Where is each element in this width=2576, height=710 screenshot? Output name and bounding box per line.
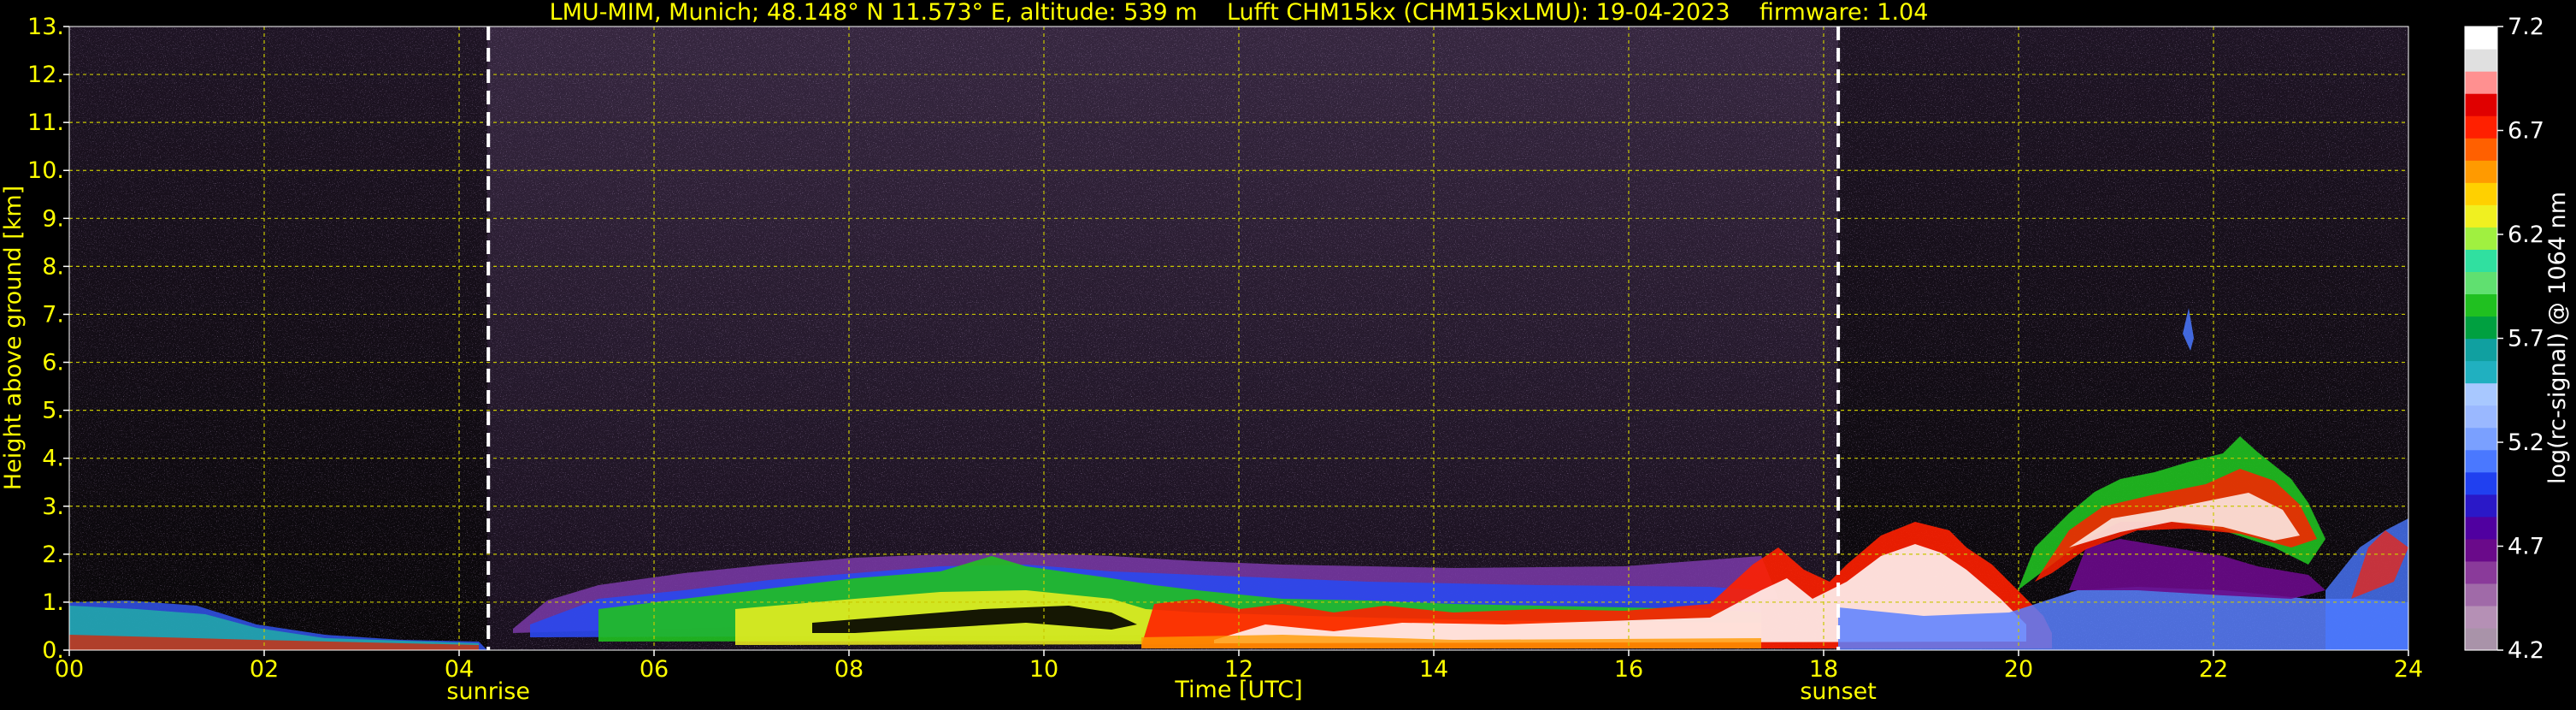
colorbar-swatch [2465,449,2497,473]
colorbar-swatch [2465,271,2497,295]
colorbar-swatch [2465,560,2497,584]
colorbar-tick-label: 5.7 [2508,326,2544,352]
colorbar-tick-label: 4.2 [2508,637,2544,664]
colorbar-tick-label: 7.2 [2508,14,2544,40]
colorbar-swatch [2465,605,2497,629]
colorbar-swatch [2465,316,2497,340]
colorbar-swatch [2465,160,2497,183]
x-tick-label: 14 [1419,656,1448,683]
sunrise-label: sunrise [446,678,530,705]
colorbar-tick-label: 6.2 [2508,222,2544,248]
x-tick-label: 24 [2394,656,2423,683]
x-tick-label: 22 [2199,656,2228,683]
y-tick-label: 7. [42,301,64,328]
colorbar-swatch [2465,583,2497,606]
colorbar-swatch [2465,382,2497,406]
y-tick-label: 1. [42,589,64,616]
colorbar-swatch [2465,115,2497,139]
x-tick-label: 02 [250,656,279,683]
colorbar-swatch [2465,138,2497,161]
colorbar-swatch [2465,93,2497,116]
colorbar-swatch [2465,249,2497,272]
y-tick-label: 10. [27,157,64,184]
colorbar-swatch [2465,538,2497,562]
y-tick-label: 6. [42,350,64,376]
colorbar-swatch [2465,627,2497,651]
y-tick-label: 8. [42,253,64,280]
x-tick-label: 08 [834,656,864,683]
x-tick-label: 10 [1029,656,1058,683]
y-tick-label: 0. [42,637,64,664]
colorbar-tick-label: 5.2 [2508,429,2544,456]
sky-noise-texture-2 [479,27,1847,454]
colorbar-swatch [2465,71,2497,94]
y-tick-label: 4. [42,446,64,472]
y-tick-label: 11. [27,109,64,136]
colorbar-swatch [2465,338,2497,362]
x-tick-label: 20 [2004,656,2033,683]
y-tick-label: 12. [27,62,64,88]
y-axis-ticks: 0. 1. 2. 3. 4. 5. 6. 7. 8. 9. 10. 11. 12. 13. [27,14,69,664]
colorbar-swatch [2465,182,2497,205]
colorbar-swatch [2465,360,2497,384]
x-axis-label: Time [UTC] [1174,677,1302,703]
colorbar-swatch [2465,49,2497,72]
x-tick-label: 06 [640,656,669,683]
y-tick-label: 2. [42,541,64,568]
colorbar-label: log(rc-signal) @ 1064 nm [2544,192,2571,484]
y-tick-label: 5. [42,398,64,424]
x-tick-label: 16 [1614,656,1643,683]
colorbar-swatch [2465,427,2497,451]
sunset-label: sunset [1800,678,1877,705]
y-tick-label: 13. [27,14,64,40]
colorbar-swatch [2465,204,2497,228]
plot-area [68,26,2409,651]
colorbar-swatch [2465,471,2497,495]
colorbar-swatch [2465,27,2497,50]
chart-title: LMU-MIM, Munich; 48.148° N 11.573° E, al… [550,0,1929,26]
y-axis-label: Height above ground [km] [0,186,27,490]
colorbar-swatch [2465,293,2497,317]
ceilometer-figure: 00 02 04 06 08 10 12 14 16 18 20 22 24 0. 1. 2. 3. 4. 5. 6… [0,0,2576,707]
chart-svg: 00 02 04 06 08 10 12 14 16 18 20 22 24 0.1.2.3.4.5.6… [0,0,2571,705]
colorbar-swatch [2465,227,2497,250]
colorbar-swatch [2465,494,2497,518]
colorbar-swatch [2465,405,2497,429]
colorbar-swatch [2465,516,2497,540]
colorbar-tick-label: 4.7 [2508,534,2544,560]
y-tick-label: 3. [42,494,64,520]
y-tick-label: 9. [42,205,64,232]
colorbar-tick-label: 6.7 [2508,118,2544,145]
colorbar: 7.2 6.7 6.2 5.7 5.2 4.7 4.2 [2464,14,2544,664]
